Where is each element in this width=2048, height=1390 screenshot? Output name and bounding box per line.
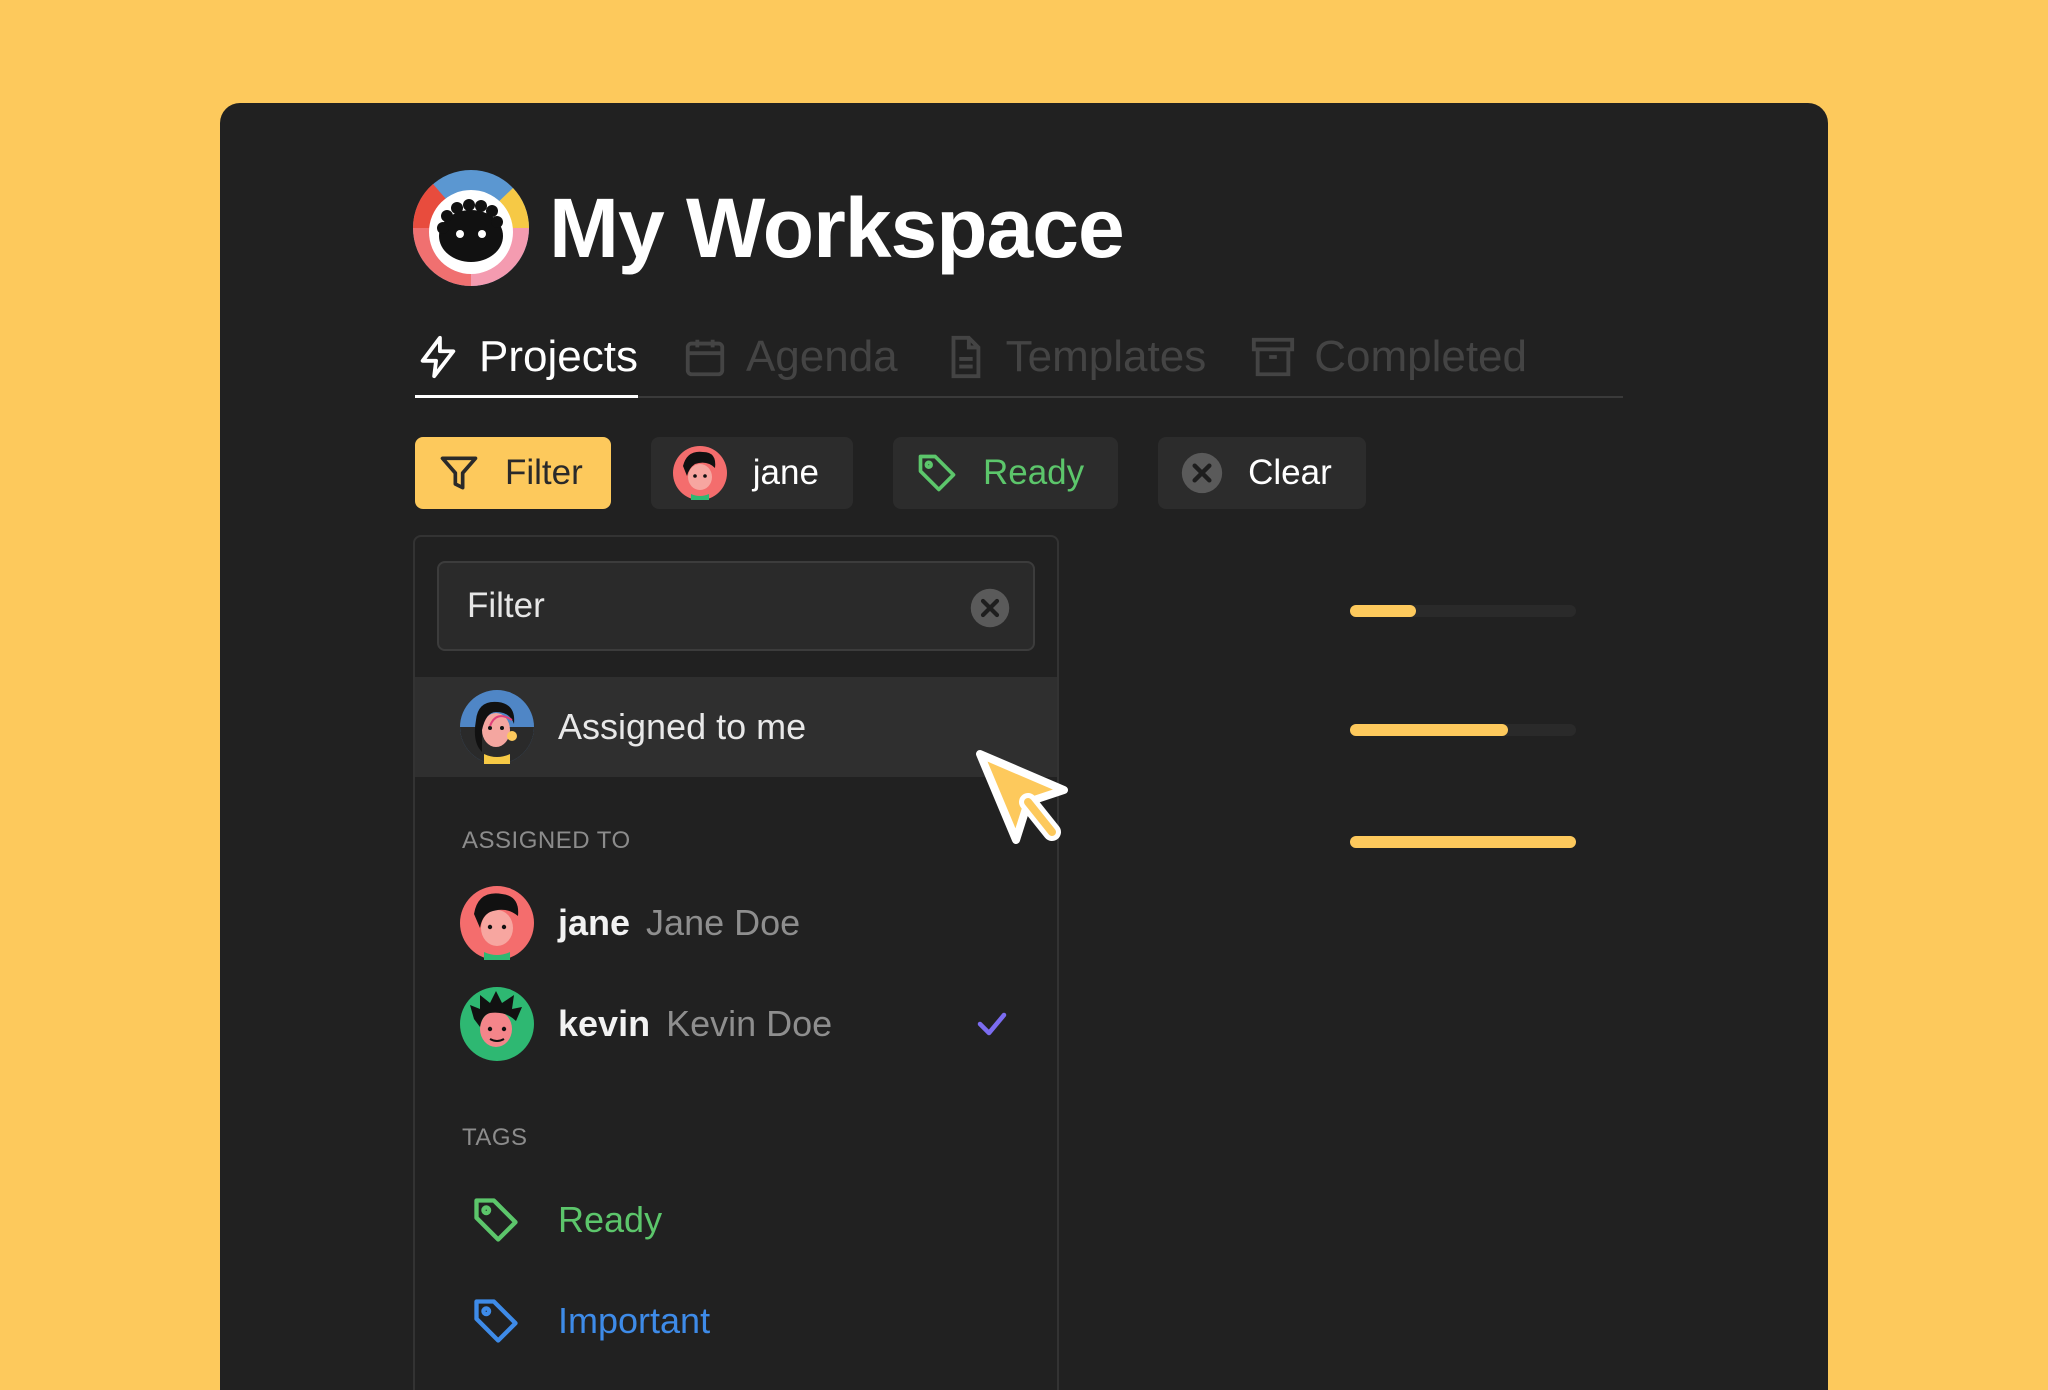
avatar-me	[460, 690, 534, 764]
document-icon	[951, 335, 980, 379]
tab-bar: Projects Agenda Templates Completed	[415, 318, 1623, 398]
workspace-header: My Workspace	[413, 170, 1125, 286]
avatar-jane	[460, 886, 534, 960]
close-circle-icon	[1181, 452, 1223, 494]
tag-option-important[interactable]: Important	[460, 1281, 1020, 1361]
filter-bar: Filter jane Ready Clear	[415, 437, 1406, 509]
clear-label: Clear	[1248, 453, 1332, 492]
tags-heading: TAGS	[462, 1124, 528, 1151]
tag-icon	[474, 1299, 518, 1343]
tag-label: Important	[558, 1300, 711, 1341]
progress-fill	[1350, 605, 1416, 617]
tag-icon	[918, 454, 956, 492]
avatar-kevin	[460, 987, 534, 1061]
calendar-icon	[685, 339, 725, 377]
progress-fill	[1350, 836, 1576, 848]
assigned-to-me-option[interactable]: Assigned to me	[415, 677, 1057, 777]
clear-filters-button[interactable]: Clear	[1158, 437, 1366, 509]
user-chip-label: jane	[752, 453, 819, 492]
clear-search-icon[interactable]	[969, 587, 1011, 629]
tag-option-ready[interactable]: Ready	[460, 1180, 1020, 1260]
tab-label: Projects	[479, 331, 638, 381]
tab-label: Completed	[1314, 332, 1527, 381]
search-value: Filter	[467, 586, 545, 625]
full-name: Jane Doe	[646, 902, 801, 943]
assigned-to-me-label: Assigned to me	[558, 706, 807, 747]
filter-button[interactable]: Filter	[415, 437, 611, 509]
tag-filter-chip[interactable]: Ready	[892, 437, 1119, 509]
full-name: Kevin Doe	[666, 1003, 833, 1044]
progress-fill	[1350, 724, 1509, 736]
funnel-icon	[440, 456, 478, 490]
username: kevin	[558, 1003, 651, 1044]
page-title: My Workspace	[549, 180, 1125, 275]
tag-chip-label: Ready	[982, 453, 1085, 492]
workspace-logo[interactable]	[413, 170, 529, 286]
checkmark-icon	[977, 1012, 1007, 1036]
username: jane	[558, 902, 631, 943]
tab-templates[interactable]: Templates	[942, 317, 1207, 397]
tab-projects[interactable]: Projects	[415, 318, 638, 398]
user-option-kevin[interactable]: kevin Kevin Doe	[460, 984, 1020, 1064]
filter-search-input[interactable]: Filter	[437, 561, 1035, 651]
tab-agenda[interactable]: Agenda	[682, 317, 898, 397]
user-filter-chip[interactable]: jane	[650, 437, 853, 509]
tag-label: Ready	[558, 1199, 663, 1240]
filter-button-label: Filter	[505, 453, 583, 492]
tab-completed[interactable]: Completed	[1250, 317, 1527, 397]
user-option-jane[interactable]: jane Jane Doe	[460, 883, 1020, 963]
archive-icon	[1252, 337, 1295, 377]
mouse-pointer-icon	[976, 750, 1068, 844]
lightning-icon	[420, 335, 456, 378]
filter-dropdown: Filter Assigned to me ASSIGNED TO jane J…	[413, 535, 1059, 1390]
progress-bar	[1350, 836, 1576, 848]
avatar-jane	[672, 446, 727, 500]
progress-bar	[1350, 724, 1576, 736]
assigned-to-heading: ASSIGNED TO	[462, 827, 631, 854]
tab-label: Agenda	[745, 332, 898, 381]
progress-bar	[1350, 605, 1576, 617]
tab-label: Templates	[1005, 332, 1207, 381]
tag-icon	[474, 1198, 518, 1242]
